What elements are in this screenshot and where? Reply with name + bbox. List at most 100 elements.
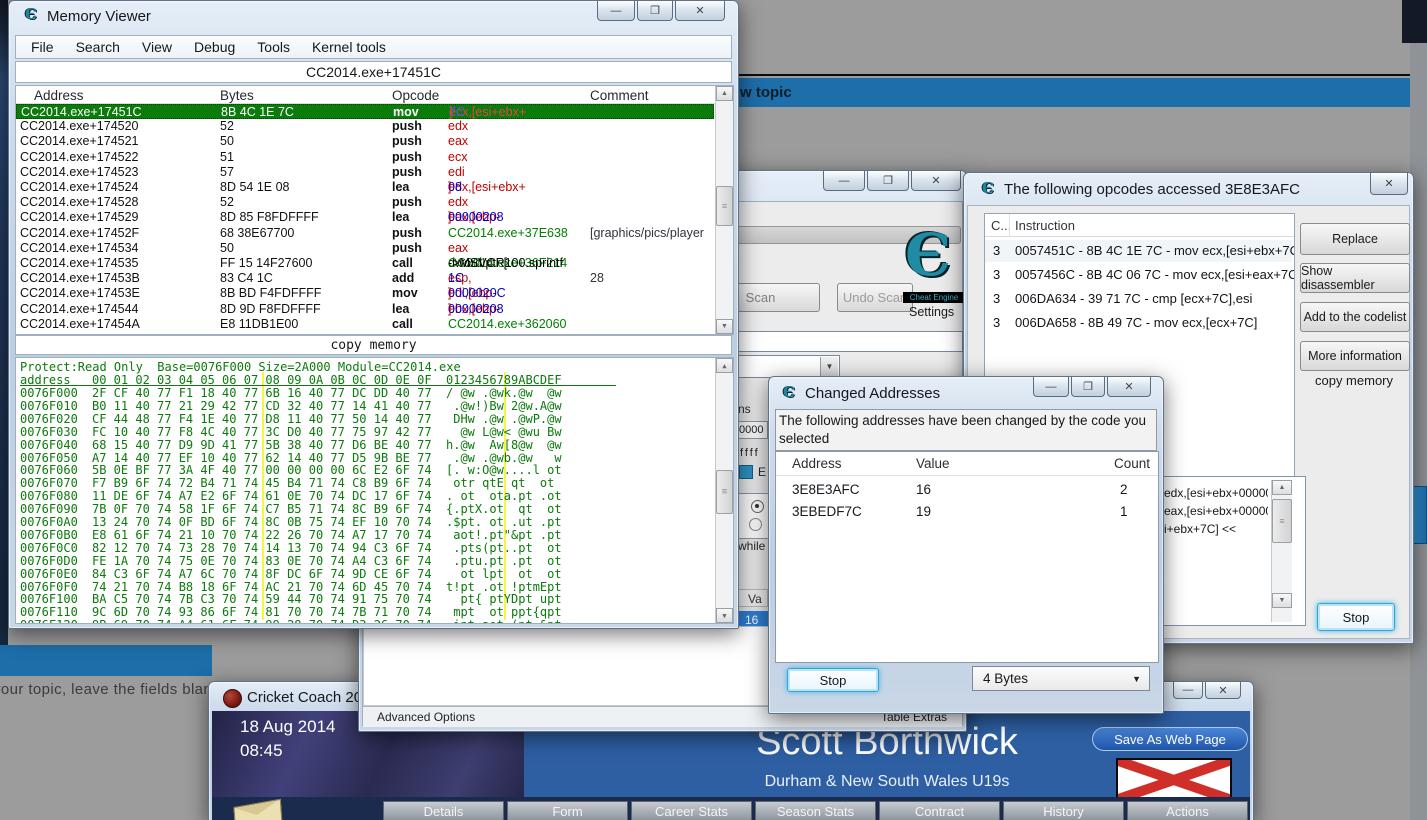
menu-search[interactable]: Search bbox=[65, 36, 131, 58]
changed-address-row[interactable]: 3E8E3AFC162 bbox=[776, 479, 1156, 501]
tab-season-stats[interactable]: Season Stats bbox=[755, 801, 876, 820]
changed-list[interactable]: Address Value Count 3E8E3AFC1623EBEDF7C1… bbox=[775, 451, 1159, 663]
disasm-row[interactable]: CC2014.exe+1745248D 54 1E 08leaedx,[esi+… bbox=[16, 180, 714, 195]
minimize-button[interactable]: — bbox=[1033, 377, 1069, 397]
minimize-button[interactable]: — bbox=[823, 171, 865, 191]
dump-row[interactable]: 0076F030FC 10 40 77 F8 4C 40 77 3C D0 40… bbox=[16, 426, 712, 439]
copy-memory-bar[interactable]: copy memory bbox=[15, 335, 732, 355]
dump-row[interactable]: 0076F010B0 11 40 77 21 29 42 77 CD 32 40… bbox=[16, 400, 712, 413]
dump-row[interactable]: 0076F04068 15 40 77 D9 9D 41 77 5B 38 40… bbox=[16, 439, 712, 452]
maximize-button[interactable]: ❐ bbox=[867, 171, 909, 191]
bytes-column-header[interactable]: Bytes bbox=[220, 88, 254, 103]
memory-dump-panel[interactable]: Protect:Read Only Base=0076F000 Size=2A0… bbox=[15, 357, 734, 624]
replace-button[interactable]: Replace bbox=[1300, 223, 1410, 255]
tab-history[interactable]: History bbox=[1003, 801, 1124, 820]
changed-address-row[interactable]: 3EBEDF7C191 bbox=[776, 501, 1156, 523]
opcode-row[interactable]: 3006DA658 - 8B 49 7C - mov ecx,[ecx+7C] bbox=[985, 312, 1292, 334]
scroll-up-icon[interactable]: ▲ bbox=[716, 86, 733, 101]
disassembler-panel[interactable]: Address Bytes Opcode Comment CC2014.exe+… bbox=[15, 85, 734, 335]
tab-actions[interactable]: Actions bbox=[1127, 801, 1248, 820]
opcode-row[interactable]: 30057456C - 8B 4C 06 7C - mov ecx,[esi+e… bbox=[985, 264, 1292, 286]
scrollbar-thumb[interactable]: ≡ bbox=[1272, 499, 1292, 543]
dump-scrollbar[interactable]: ▲ ≡ ▼ bbox=[715, 358, 733, 623]
ce-enable-checkbox[interactable] bbox=[739, 465, 753, 479]
disasm-row[interactable]: CC2014.exe+17451C8B 4C 1E 7Cmovecx,[esi+… bbox=[16, 104, 714, 119]
scroll-down-icon[interactable]: ▼ bbox=[716, 319, 733, 334]
count-column-header[interactable]: Count bbox=[1114, 456, 1150, 471]
scroll-down-icon[interactable]: ▼ bbox=[1272, 593, 1292, 608]
ce-scan-type-dropdown[interactable]: ▼ bbox=[734, 355, 840, 378]
close-button[interactable]: ✕ bbox=[1370, 173, 1408, 195]
dump-row[interactable]: 0076F0D0FE 1A 70 74 75 0E 70 74 83 0E 70… bbox=[16, 555, 712, 568]
stop-button[interactable]: Stop bbox=[1317, 603, 1395, 631]
menu-file[interactable]: File bbox=[20, 36, 65, 58]
address-column-header[interactable]: Address bbox=[792, 456, 842, 471]
add-to-the-codelist-button[interactable]: Add to the codelist bbox=[1300, 302, 1410, 332]
close-button[interactable]: ✕ bbox=[675, 1, 725, 21]
radio-selected[interactable] bbox=[751, 500, 764, 513]
tab-career-stats[interactable]: Career Stats bbox=[631, 801, 752, 820]
instruction-column-header[interactable]: Instruction bbox=[1015, 218, 1075, 233]
dump-row[interactable]: 0076F0C082 12 70 74 73 28 70 74 14 13 70… bbox=[16, 542, 712, 555]
dump-row[interactable]: 0076F0E084 C3 6F 74 A7 6C 70 74 8F DC 6F… bbox=[16, 568, 712, 581]
dropdown-arrow-icon[interactable]: ▼ bbox=[1132, 674, 1141, 684]
disasm-row[interactable]: CC2014.exe+17452F68 38E67700pushCC2014.e… bbox=[16, 226, 714, 241]
opcode-column-header[interactable]: Opcode bbox=[392, 88, 439, 103]
show-disassembler-button[interactable]: Show disassembler bbox=[1300, 263, 1410, 293]
scroll-down-icon[interactable]: ▼ bbox=[716, 608, 733, 623]
minimize-button[interactable]: — bbox=[597, 1, 635, 21]
scrollbar-thumb[interactable]: ≡ bbox=[716, 470, 733, 514]
disasm-row[interactable]: CC2014.exe+17452052pushedx bbox=[16, 119, 714, 134]
close-button[interactable]: ✕ bbox=[1107, 377, 1151, 397]
ce-value-input[interactable] bbox=[734, 331, 963, 352]
comment-column-header[interactable]: Comment bbox=[590, 88, 649, 103]
close-button[interactable]: ✕ bbox=[1205, 682, 1241, 699]
disasm-row[interactable]: CC2014.exe+17452150pusheax bbox=[16, 134, 714, 149]
extra-info-scrollbar[interactable]: ▲ ≡ ▼ bbox=[1271, 480, 1292, 622]
scroll-up-icon[interactable]: ▲ bbox=[716, 358, 733, 373]
menu-view[interactable]: View bbox=[131, 36, 183, 58]
value-column-header[interactable]: Value bbox=[916, 456, 950, 471]
more-information-button[interactable]: More information bbox=[1300, 341, 1410, 371]
disasm-row[interactable]: CC2014.exe+174535FF 15 14F27600calldword… bbox=[16, 256, 714, 271]
opcode-row[interactable]: 3006DA634 - 39 71 7C - cmp [ecx+7C],esi bbox=[985, 288, 1292, 310]
disassembler-scrollbar[interactable]: ▲ ≡ ▼ bbox=[715, 86, 733, 334]
scroll-up-icon[interactable]: ▲ bbox=[1272, 480, 1292, 495]
menu-tools[interactable]: Tools bbox=[246, 36, 301, 58]
menu-kernel-tools[interactable]: Kernel tools bbox=[301, 36, 397, 58]
disasm-row[interactable]: CC2014.exe+17453450pusheax bbox=[16, 241, 714, 256]
disasm-row[interactable]: CC2014.exe+1745298D 85 F8FDFFFFleaeax,[e… bbox=[16, 210, 714, 225]
opcode-row[interactable]: 30057451C - 8B 4C 1E 7C - mov ecx,[esi+e… bbox=[985, 240, 1292, 262]
minimize-button[interactable]: — bbox=[1173, 682, 1203, 699]
maximize-button[interactable]: ❐ bbox=[637, 1, 673, 21]
value-type-dropdown[interactable]: 4 Bytes ▼ bbox=[972, 666, 1150, 691]
dump-row[interactable]: 0076F0002F CF 40 77 F1 18 40 77 6B 16 40… bbox=[16, 387, 712, 400]
dump-row[interactable]: 0076F0A013 24 70 74 0F BD 6F 74 8C 0B 75… bbox=[16, 516, 712, 529]
disasm-row[interactable]: CC2014.exe+1745448D 9D F8FDFFFFleaebx,[e… bbox=[16, 302, 714, 317]
disasm-row[interactable]: CC2014.exe+17452251pushecx bbox=[16, 150, 714, 165]
disasm-row[interactable]: CC2014.exe+17452852pushedx bbox=[16, 195, 714, 210]
mv-address-bar[interactable]: CC2014.exe+17451C bbox=[15, 61, 732, 83]
disasm-row[interactable]: CC2014.exe+17453B83 C4 1Caddesp,1C28 bbox=[16, 271, 714, 286]
radio-unselected[interactable] bbox=[749, 518, 762, 531]
topic-bar-link[interactable]: w topic bbox=[740, 84, 792, 101]
save-as-web-page-button[interactable]: Save As Web Page bbox=[1092, 727, 1248, 751]
tab-details[interactable]: Details bbox=[383, 801, 504, 820]
tab-form[interactable]: Form bbox=[507, 801, 628, 820]
disasm-row[interactable]: CC2014.exe+17454AE8 11DB1E00callCC2014.e… bbox=[16, 317, 714, 332]
tab-contract[interactable]: Contract bbox=[879, 801, 1000, 820]
settings-link[interactable]: Settings bbox=[909, 305, 954, 319]
close-button[interactable]: ✕ bbox=[911, 171, 961, 191]
stop-button[interactable]: Stop bbox=[787, 668, 879, 692]
ce-range-from-field[interactable]: 0000 bbox=[736, 421, 768, 439]
dump-row[interactable]: 0076F1209B 69 70 74 A4 61 6F 74 99 28 70… bbox=[16, 619, 712, 624]
disasm-row[interactable]: CC2014.exe+17452357pushedi bbox=[16, 165, 714, 180]
address-column-header[interactable]: Address bbox=[34, 88, 84, 103]
undo-scan-button[interactable]: Undo Scan bbox=[837, 283, 913, 312]
dropdown-arrow-icon[interactable]: ▼ bbox=[820, 357, 838, 376]
scrollbar-thumb[interactable]: ≡ bbox=[716, 186, 733, 226]
dump-row[interactable]: 0076F0B0E8 61 6F 74 21 10 70 74 22 26 70… bbox=[16, 529, 712, 542]
advanced-options-link[interactable]: Advanced Options bbox=[377, 710, 475, 724]
disasm-row[interactable]: CC2014.exe+17453E8B BD F4FDFFFFmovedi,[e… bbox=[16, 286, 714, 301]
dump-row[interactable]: 0076F020CF 44 48 77 F4 1E 40 77 D8 11 40… bbox=[16, 413, 712, 426]
